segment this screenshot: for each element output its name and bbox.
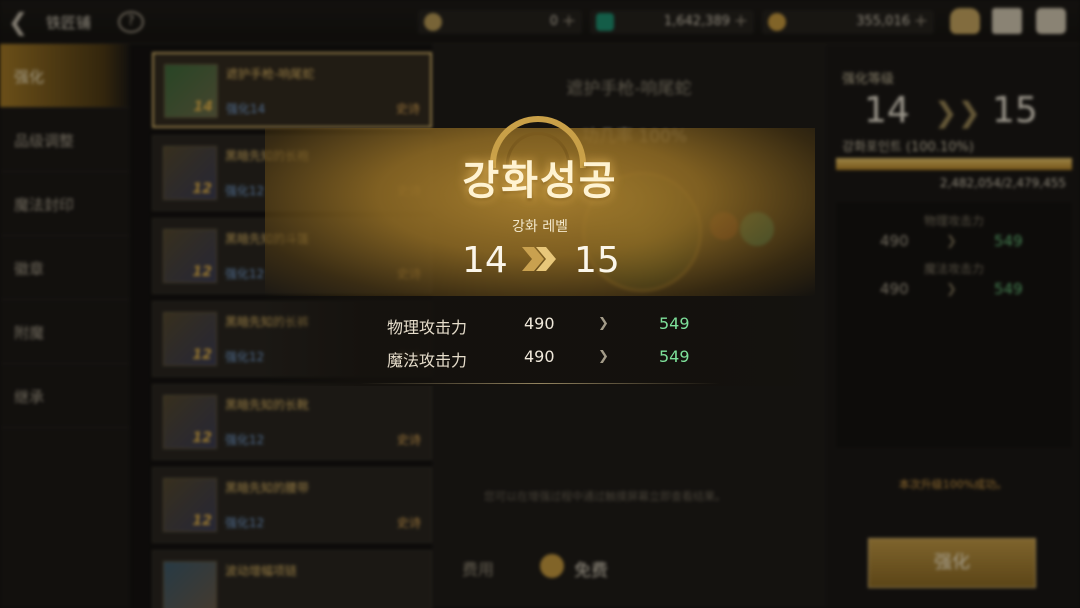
- popup-stat-panel: [260, 296, 820, 386]
- divider: [360, 383, 720, 384]
- popup-stat-old: 490: [524, 347, 555, 366]
- popup-stat-label: 魔法攻击力: [387, 351, 468, 370]
- popup-stat-old: 490: [524, 314, 555, 333]
- popup-stat-label: 物理攻击力: [387, 318, 468, 337]
- popup-stat-new: 549: [659, 347, 690, 366]
- popup-stat-new: 549: [659, 314, 690, 333]
- enhance-level-subtitle: 강화 레벨: [512, 219, 568, 235]
- popup-level-to: 15: [574, 240, 620, 281]
- popup-level-from: 14: [462, 240, 508, 281]
- arrow-icon: ❯: [598, 349, 609, 364]
- arrow-icon: ❯: [598, 316, 609, 331]
- double-chevron-icon: [522, 247, 556, 271]
- success-title: 강화성공: [462, 158, 618, 204]
